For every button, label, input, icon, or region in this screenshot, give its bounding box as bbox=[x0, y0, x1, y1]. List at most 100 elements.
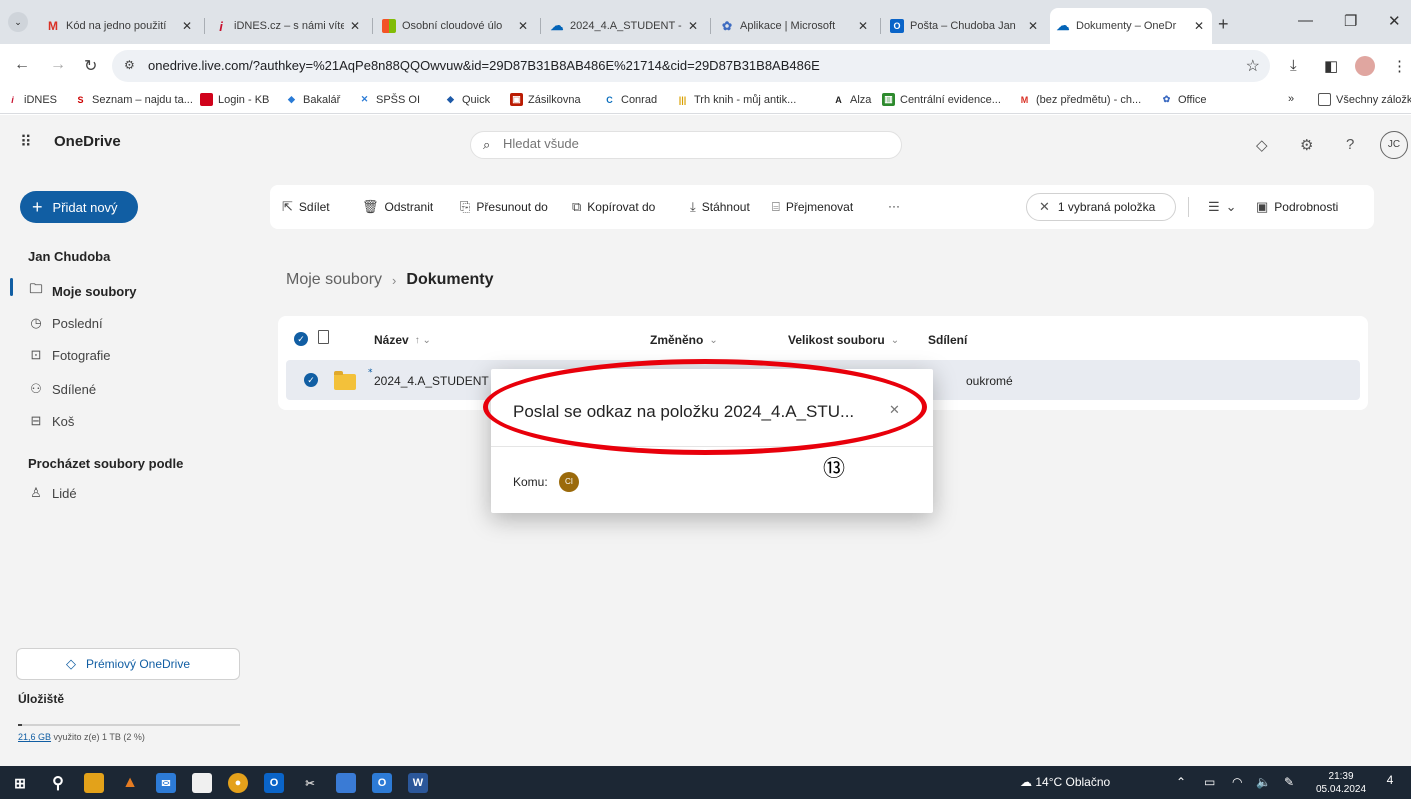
download-icon[interactable]: ⤓ bbox=[1290, 57, 1297, 74]
delete-button[interactable]: 🗑 Odstranit bbox=[362, 199, 433, 215]
weather-widget[interactable]: ☁ 14°C Oblačno bbox=[1020, 775, 1110, 789]
clock[interactable]: 21:39 05.04.2024 bbox=[1316, 770, 1366, 796]
nav-my-files[interactable]: 🗀 Moje soubory bbox=[28, 279, 136, 303]
browser-tab-6[interactable]: O Pošta – Chudoba Jan ✕ bbox=[884, 14, 1046, 38]
word-icon[interactable]: W bbox=[408, 773, 428, 793]
bookmark-item[interactable]: C Conrad bbox=[603, 93, 657, 106]
close-tab-icon[interactable]: ✕ bbox=[1192, 19, 1206, 33]
bookmark-item[interactable]: i iDNES bbox=[6, 93, 57, 106]
bookmark-item[interactable]: ||| Trh knih - můj antik... bbox=[676, 93, 797, 106]
app-icon[interactable]: ▲ bbox=[120, 773, 140, 793]
notifications-icon[interactable]: 4 bbox=[1380, 773, 1400, 793]
clear-selection-icon[interactable]: ✕ bbox=[1039, 199, 1050, 215]
site-settings-icon[interactable]: ⚙ bbox=[124, 58, 135, 72]
bookmark-item[interactable]: ✕ SPŠS OI bbox=[358, 93, 420, 106]
nav-recent[interactable]: ◷ Poslední bbox=[28, 311, 102, 335]
forward-icon[interactable]: → bbox=[50, 56, 66, 74]
close-tab-icon[interactable]: ✕ bbox=[348, 19, 362, 33]
row-name[interactable]: 2024_4.A_STUDENT bbox=[374, 374, 489, 388]
minimize-icon[interactable]: — bbox=[1298, 12, 1313, 29]
bookmark-item[interactable]: ◆ Bakalář bbox=[285, 93, 340, 106]
close-tab-icon[interactable]: ✕ bbox=[686, 19, 700, 33]
new-tab-icon[interactable]: + bbox=[1218, 14, 1229, 35]
move-to-button[interactable]: ⎘ Přesunout do bbox=[460, 199, 548, 215]
app-launcher-icon[interactable]: ⠿ bbox=[20, 132, 32, 152]
nav-shared[interactable]: ⚇ Sdílené bbox=[28, 377, 96, 401]
tray-chevron-icon[interactable]: ⌃ bbox=[1176, 775, 1186, 789]
browser-tab-2[interactable]: i iDNES.cz – s námi víte ✕ bbox=[208, 14, 368, 38]
select-all-checkbox[interactable]: ✓ bbox=[294, 332, 308, 346]
outlook-new-icon[interactable]: O bbox=[372, 773, 392, 793]
bookmark-item[interactable]: ✿ Office bbox=[1160, 93, 1207, 106]
close-tab-icon[interactable]: ✕ bbox=[180, 19, 194, 33]
restore-icon[interactable]: ❐ bbox=[1344, 12, 1357, 30]
bookmark-item[interactable]: ▥ Centrální evidence... bbox=[882, 93, 1001, 106]
nav-people[interactable]: ♙ Lidé bbox=[28, 481, 76, 505]
storage-used-link[interactable]: 21,6 GB bbox=[18, 732, 51, 742]
breadcrumb-root[interactable]: Moje soubory bbox=[286, 271, 382, 289]
all-bookmarks-folder[interactable]: Všechny záložky bbox=[1318, 93, 1411, 106]
close-tab-icon[interactable]: ✕ bbox=[1026, 19, 1040, 33]
bookmark-star-icon[interactable]: ☆ bbox=[1246, 56, 1260, 76]
browser-tab-7-active[interactable]: ☁ Dokumenty – OneDr ✕ bbox=[1050, 8, 1212, 44]
profile-avatar[interactable] bbox=[1355, 56, 1375, 76]
close-icon[interactable]: ✕ bbox=[889, 402, 900, 418]
close-window-icon[interactable]: ✕ bbox=[1388, 12, 1401, 30]
chrome-menu-icon[interactable]: ⋮ bbox=[1392, 57, 1407, 75]
nav-recycle-bin[interactable]: ⊟ Koš bbox=[28, 409, 75, 433]
app-icon[interactable] bbox=[336, 773, 356, 793]
bookmark-item[interactable]: A Alza bbox=[832, 93, 871, 106]
bookmark-item[interactable]: ◆ Quick bbox=[444, 93, 490, 106]
recipient-avatar[interactable]: CI bbox=[559, 472, 579, 492]
add-new-button[interactable]: + Přidat nový bbox=[20, 191, 138, 223]
snipping-icon[interactable]: ✂ bbox=[300, 773, 320, 793]
download-button[interactable]: ⤓ Stáhnout bbox=[690, 199, 750, 215]
row-checkbox[interactable]: ✓ bbox=[304, 373, 318, 387]
column-modified[interactable]: Změněno ⌄ bbox=[650, 333, 718, 347]
bookmark-item[interactable]: M (bez předmětu) - ch... bbox=[1018, 93, 1141, 106]
pen-icon[interactable]: ✎ bbox=[1284, 775, 1294, 789]
reload-icon[interactable]: ↻ bbox=[84, 56, 97, 76]
more-actions-button[interactable]: ··· bbox=[888, 199, 900, 213]
search-input[interactable] bbox=[503, 136, 883, 151]
premium-onedrive-button[interactable]: ◇ Prémiový OneDrive bbox=[16, 648, 240, 680]
chrome-icon[interactable]: ● bbox=[228, 773, 248, 793]
windows-start-icon[interactable]: ⊞ bbox=[10, 773, 30, 793]
mail-icon[interactable]: ✉ bbox=[156, 773, 176, 793]
volume-icon[interactable]: 🔈 bbox=[1256, 775, 1271, 789]
bookmark-item[interactable]: S Seznam – najdu ta... bbox=[74, 93, 192, 106]
outlook-icon[interactable]: O bbox=[264, 773, 284, 793]
view-options-button[interactable]: ☰ ⌄ bbox=[1208, 199, 1243, 215]
account-avatar[interactable]: JC bbox=[1380, 131, 1408, 159]
copy-to-button[interactable]: ⧉ Kopírovat do bbox=[572, 199, 655, 215]
column-sharing[interactable]: Sdílení bbox=[928, 333, 967, 347]
browser-tab-1[interactable]: M Kód na jedno použití ✕ bbox=[40, 14, 200, 38]
back-icon[interactable]: ← bbox=[14, 56, 30, 74]
premium-diamond-icon[interactable]: ◇ bbox=[1256, 136, 1268, 154]
close-tab-icon[interactable]: ✕ bbox=[856, 19, 870, 33]
tab-search-chevron-icon[interactable]: ⌄ bbox=[8, 12, 28, 32]
file-explorer-icon[interactable] bbox=[84, 773, 104, 793]
search-icon[interactable]: ⚲ bbox=[48, 773, 68, 793]
rename-button[interactable]: ⌸ Přejmenovat bbox=[772, 199, 853, 215]
share-button[interactable]: ⇱ Sdílet bbox=[282, 199, 330, 215]
app-brand[interactable]: OneDrive bbox=[54, 133, 121, 150]
bookmark-item[interactable]: ▣ Zásilkovna bbox=[510, 93, 581, 106]
help-icon[interactable]: ? bbox=[1346, 136, 1354, 153]
close-tab-icon[interactable]: ✕ bbox=[516, 19, 530, 33]
url-text[interactable]: onedrive.live.com/?authkey=%21AqPe8n88QQ… bbox=[148, 58, 820, 73]
side-panel-icon[interactable]: ◧ bbox=[1324, 57, 1338, 75]
browser-tab-5[interactable]: ✿ Aplikace | Microsoft ✕ bbox=[714, 14, 876, 38]
selection-pill[interactable]: ✕ 1 vybraná položka bbox=[1026, 193, 1176, 221]
browser-tab-4[interactable]: ☁ 2024_4.A_STUDENT - ✕ bbox=[544, 14, 706, 38]
nav-photos[interactable]: ⊡ Fotografie bbox=[28, 343, 111, 367]
browser-tab-3[interactable]: Osobní cloudové úlo ✕ bbox=[376, 14, 536, 38]
notepad-icon[interactable] bbox=[192, 773, 212, 793]
settings-gear-icon[interactable]: ⚙ bbox=[1300, 136, 1313, 154]
bookmark-item[interactable]: Login - KB bbox=[200, 93, 269, 106]
column-name[interactable]: Název ↑ ⌄ bbox=[374, 333, 431, 347]
details-button[interactable]: ▣ Podrobnosti bbox=[1256, 199, 1338, 215]
omnibox[interactable]: ⚙ onedrive.live.com/?authkey=%21AqPe8n88… bbox=[112, 50, 1270, 82]
column-size[interactable]: Velikost souboru ⌄ bbox=[788, 333, 899, 347]
search-box[interactable]: ⌕ bbox=[470, 131, 902, 159]
